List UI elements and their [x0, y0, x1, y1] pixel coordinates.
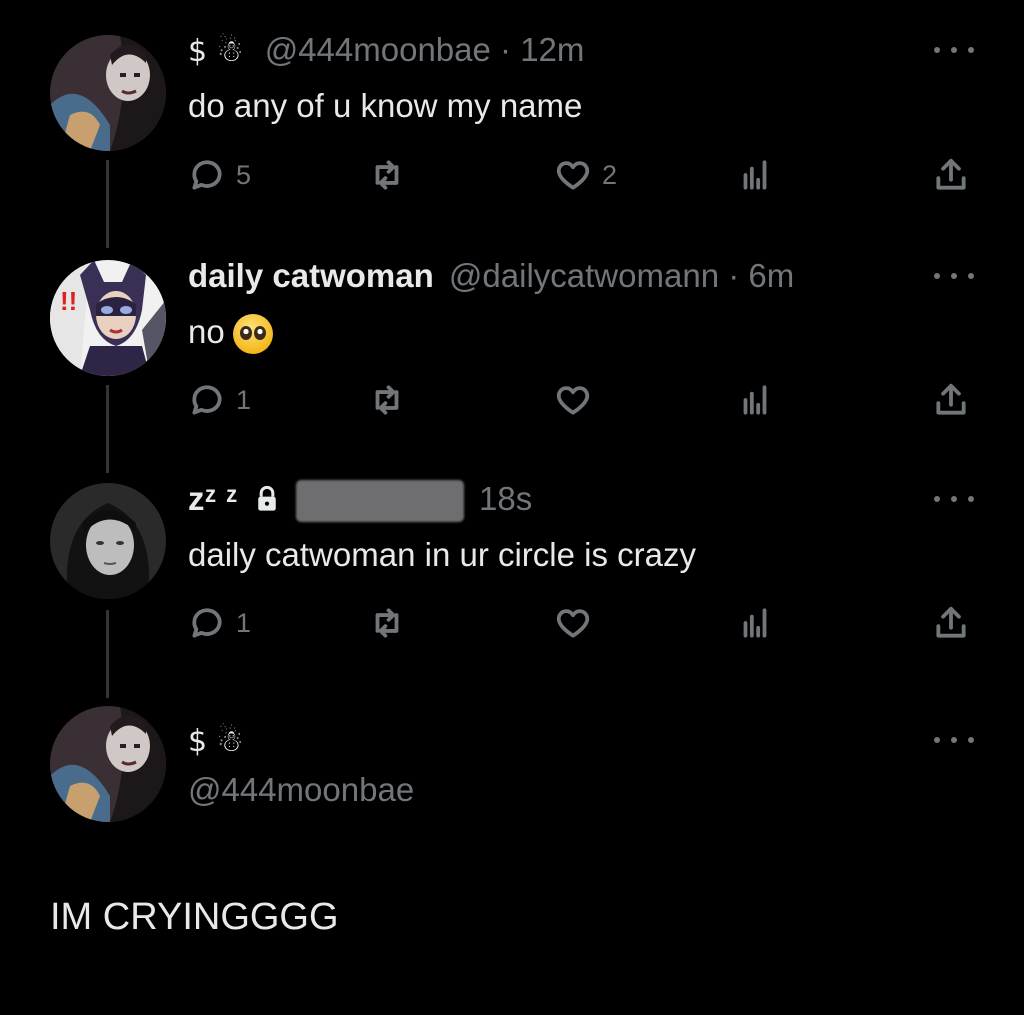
tweet-text: do any of u know my name	[188, 87, 583, 124]
tweet-header: $ ☃ @444moonbae · 12m	[188, 30, 584, 72]
share-button[interactable]	[932, 603, 970, 643]
reply-button[interactable]: 5	[188, 155, 251, 195]
tweet[interactable]: zᶻ ᶻ 18s daily catwoman in ur circle is …	[0, 455, 1024, 680]
reply-button[interactable]: 1	[188, 380, 251, 420]
tweet[interactable]: !! daily catwoman @dailycatwomann · 6m n…	[0, 230, 1024, 455]
tweet-text: daily catwoman in ur circle is crazy	[188, 536, 696, 573]
display-name[interactable]: daily catwoman	[188, 257, 434, 294]
reply-icon	[192, 385, 222, 415]
dot	[968, 47, 974, 53]
share-icon	[936, 383, 966, 415]
more-options-button[interactable]	[934, 489, 974, 509]
tweet-text: no	[188, 313, 225, 350]
share-button[interactable]	[932, 380, 970, 420]
lock-icon	[257, 485, 276, 511]
more-options-button[interactable]	[934, 266, 974, 286]
like-button[interactable]	[554, 603, 592, 643]
like-button[interactable]	[554, 380, 592, 420]
dot	[934, 737, 940, 743]
dot	[951, 496, 957, 502]
avatar[interactable]	[50, 706, 166, 822]
display-name[interactable]: $ ☃	[188, 720, 244, 762]
reply-icon	[192, 608, 222, 638]
retweet-button[interactable]	[368, 155, 406, 195]
views-button[interactable]	[736, 603, 774, 643]
avatar[interactable]	[50, 483, 166, 599]
timestamp[interactable]: · 12m	[500, 31, 584, 68]
views-icon	[743, 608, 767, 638]
share-button[interactable]	[932, 155, 970, 195]
like-button[interactable]: 2	[554, 155, 617, 195]
avatar[interactable]: !!	[50, 260, 166, 376]
more-options-button[interactable]	[934, 730, 974, 750]
dot	[951, 737, 957, 743]
reply-count: 1	[236, 607, 252, 638]
tweet-header: daily catwoman @dailycatwomann · 6m	[188, 256, 794, 296]
dot	[934, 273, 940, 279]
more-options-button[interactable]	[934, 40, 974, 60]
like-count: 2	[602, 159, 618, 190]
reply-count: 5	[236, 159, 252, 190]
retweet-button[interactable]	[368, 380, 406, 420]
svg-text:!!: !!	[60, 286, 77, 316]
tweet[interactable]: $ ☃ @444moonbae · 12m do any of u know m…	[0, 0, 1024, 230]
retweet-button[interactable]	[368, 603, 406, 643]
username[interactable]: @dailycatwomann	[449, 257, 719, 294]
heart-icon	[556, 386, 590, 415]
views-button[interactable]	[736, 155, 774, 195]
timestamp[interactable]: · 6m	[728, 257, 794, 294]
dot	[934, 47, 940, 53]
dot	[968, 273, 974, 279]
action-bar: 1	[0, 603, 1024, 643]
retweet-icon	[375, 608, 399, 638]
views-icon	[743, 160, 767, 190]
redacted-username	[295, 480, 464, 523]
retweet-icon	[375, 385, 399, 415]
share-icon	[936, 158, 966, 190]
tweet-text-row: no	[188, 312, 273, 355]
views-icon	[743, 385, 767, 415]
share-icon	[936, 606, 966, 638]
heart-icon	[556, 609, 590, 638]
reply-count: 1	[236, 384, 252, 415]
caption-text: IM CRYINGGGG	[50, 896, 339, 938]
action-bar: 5 2	[0, 155, 1024, 195]
tweet-header: zᶻ ᶻ 18s	[188, 479, 532, 523]
reply-button[interactable]: 1	[188, 603, 251, 643]
timestamp[interactable]: 18s	[479, 480, 532, 517]
display-name-symbols[interactable]: zᶻ ᶻ	[188, 480, 238, 517]
username[interactable]: @444moonbae	[265, 31, 491, 68]
dot	[951, 47, 957, 53]
action-bar: 1	[0, 380, 1024, 420]
dot	[934, 496, 940, 502]
display-name-symbols[interactable]: $ ☃	[188, 34, 244, 69]
views-button[interactable]	[736, 380, 774, 420]
heart-icon	[556, 161, 590, 190]
username[interactable]: @444moonbae	[188, 770, 414, 810]
reply-icon	[192, 160, 222, 190]
dot	[951, 273, 957, 279]
retweet-icon	[375, 160, 399, 190]
display-name-symbols: $ ☃	[188, 724, 244, 759]
dot	[968, 496, 974, 502]
avatar[interactable]	[50, 35, 166, 151]
dot	[968, 737, 974, 743]
main-tweet[interactable]: $ ☃ @444moonbae	[0, 680, 1024, 840]
pleading-face-icon	[232, 314, 273, 355]
